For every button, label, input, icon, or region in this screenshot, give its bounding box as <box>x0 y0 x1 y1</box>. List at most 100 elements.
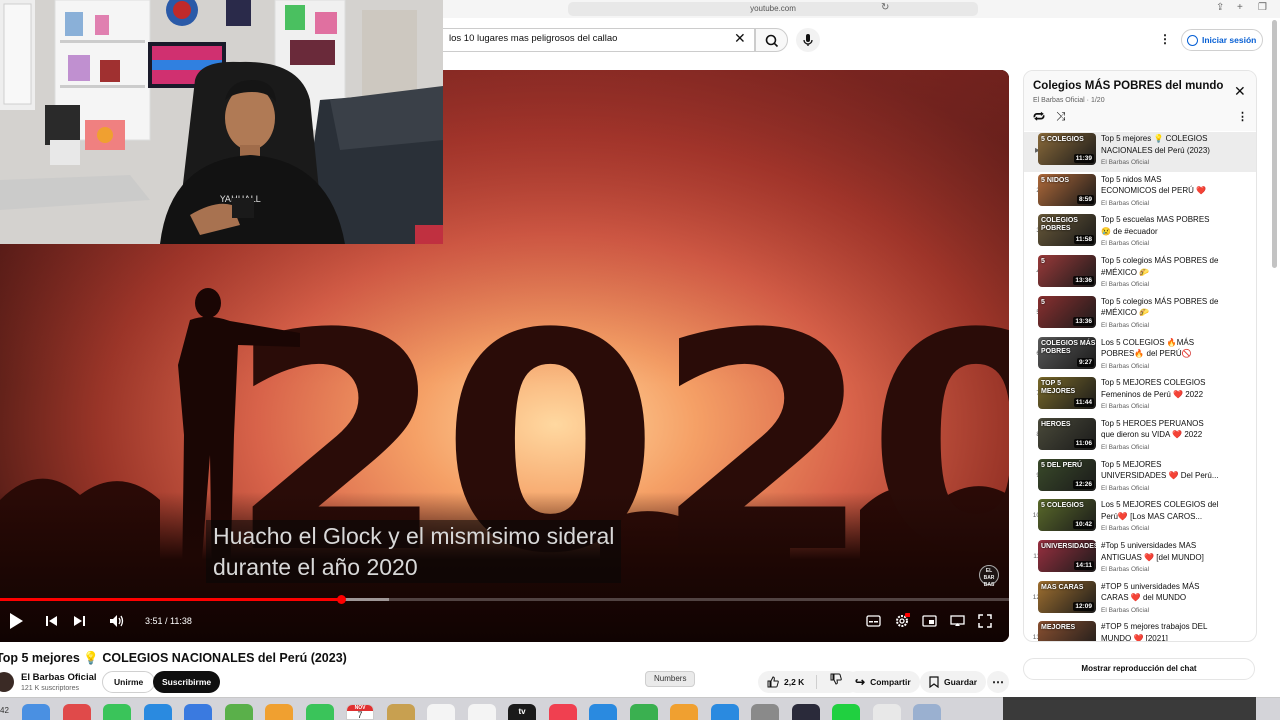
settings-menu-icon[interactable]: ⋮ <box>1159 32 1171 46</box>
playlist-item-thumbnail[interactable]: UNIVERSIDADES 14:11 <box>1038 540 1096 572</box>
messages-icon[interactable] <box>103 704 131 720</box>
channel-avatar[interactable] <box>0 672 14 692</box>
maps-icon[interactable] <box>224 704 253 720</box>
photos-icon[interactable] <box>265 704 293 720</box>
playlist-item-thumbnail[interactable]: 5 NIDOS 8:59 <box>1038 173 1096 206</box>
playlist-item[interactable]: 12 MAS CARAS 12:09 #TOP 5 universidades MÁS… <box>1024 580 1256 620</box>
calendar-icon[interactable]: NOV 7 <box>346 704 374 720</box>
theater-mode-icon[interactable] <box>950 615 965 627</box>
playlist-item[interactable]: 7TOP 5 MEJORES11:44Top 5 MEJORES COLEGIO… <box>1024 376 1256 416</box>
loop-icon[interactable]: 🔁︎ <box>1033 109 1045 126</box>
join-button[interactable]: Unirme <box>102 671 156 693</box>
tabs-overview-icon[interactable]: ❐ <box>1258 2 1267 13</box>
play-icon[interactable] <box>7 612 25 630</box>
playlist-item[interactable]: 95 DEL PERÚ12:26Top 5 MEJORES UNIVERSIDA… <box>1024 458 1256 498</box>
subtitles-icon[interactable] <box>866 615 881 627</box>
channel-watermark[interactable]: EL BAR BAS <box>979 565 999 588</box>
playlist-item[interactable]: 11 UNIVERSIDADES 14:11 #Top 5 universidades… <box>1024 539 1256 579</box>
playlist-menu-icon[interactable]: ⋮ <box>1237 110 1248 123</box>
playlist-item-thumbnail[interactable]: MEJORES <box>1038 621 1096 641</box>
channel-name[interactable]: El Barbas Oficial <box>21 672 97 683</box>
dock-recent-windows[interactable] <box>1003 697 1256 720</box>
close-playlist-icon[interactable]: ✕ <box>1234 83 1246 100</box>
reminders-icon[interactable] <box>427 704 455 720</box>
more-actions-button[interactable]: ⋯ <box>987 671 1009 693</box>
playlist-item-thumbnail[interactable]: MAS CARAS 12:09 <box>1038 580 1096 613</box>
address-bar[interactable]: youtube.com <box>568 2 978 16</box>
launchpad-icon[interactable] <box>62 704 91 720</box>
playlist-item[interactable]: ▶5 COLEGIOS11:39Top 5 mejores 💡 COLEGIOS… <box>1024 132 1256 172</box>
miniplayer-icon[interactable] <box>922 615 937 627</box>
playlist-item[interactable]: 25 NIDOS8:59Top 5 nidos MAS ECONOMICOS d… <box>1024 173 1256 213</box>
playlist-item-thumbnail[interactable]: 5 COLEGIOS 11:39 <box>1038 133 1096 165</box>
playlist-item-title[interactable]: Top 5 HEROES PERUANOS que dieron su VIDA… <box>1101 418 1219 441</box>
playlist-item[interactable]: 6COLEGIOS MÁS POBRES9:27Los 5 COLEGIOS 🔥… <box>1024 336 1256 376</box>
search-button[interactable] <box>755 28 788 52</box>
share-button[interactable]: ↪ Compartir <box>846 671 920 693</box>
volume-icon[interactable] <box>109 614 125 628</box>
search-input-value[interactable]: los 10 lugares mas peligrosos del callao <box>449 33 617 44</box>
obs-icon[interactable] <box>791 704 820 720</box>
voice-search-button[interactable] <box>796 28 820 52</box>
playlist-item-title[interactable]: Los 5 MEJORES COLEGIOS del Perú❤️ [Los M… <box>1101 499 1219 522</box>
next-icon[interactable] <box>73 615 86 627</box>
playlist-item-title[interactable]: #Top 5 universidades MAS ANTIGUAS ❤️ [de… <box>1101 540 1219 563</box>
playlist-item-title[interactable]: Top 5 colegios MÁS POBRES de #MÉXICO 🌮 <box>1101 296 1219 319</box>
keynote-icon[interactable] <box>589 704 617 720</box>
mail-icon[interactable] <box>184 704 212 720</box>
fullscreen-icon[interactable] <box>978 614 992 628</box>
facetime-icon[interactable] <box>305 704 334 720</box>
playlist-item[interactable]: 8HEROES11:06Top 5 HEROES PERUANOS que di… <box>1024 417 1256 457</box>
page-scrollbar[interactable] <box>1272 20 1277 268</box>
music-icon[interactable] <box>548 704 577 720</box>
playlist-item-title[interactable]: Top 5 escuelas MAS POBRES 😢 de #ecuador <box>1101 214 1219 237</box>
save-button[interactable]: Guardar <box>920 671 987 693</box>
playlist-item[interactable]: 13 MEJORES #TOP 5 mejores trabajos DEL MUN… <box>1024 620 1256 641</box>
freeform-icon[interactable] <box>467 704 496 720</box>
playlist-item-title[interactable]: #TOP 5 universidades MÁS CARAS ❤️ del MU… <box>1101 581 1219 604</box>
playlist-item-thumbnail[interactable]: 5 COLEGIOS 10:42 <box>1038 499 1096 532</box>
preview-icon[interactable] <box>872 704 901 720</box>
playlist-title[interactable]: Colegios MÁS POBRES del mundo <box>1033 80 1223 92</box>
playlist-item-thumbnail[interactable]: COLEGIOS MÁS POBRES 9:27 <box>1038 336 1096 369</box>
clear-search-icon[interactable]: ✕ <box>734 30 746 47</box>
playlist-item[interactable]: 4513:36Top 5 colegios MÁS POBRES de #MÉX… <box>1024 254 1256 294</box>
like-button[interactable]: 2,2 K <box>758 675 818 689</box>
playlist-item-title[interactable]: Top 5 colegios MÁS POBRES de #MÉXICO 🌮 <box>1101 255 1219 278</box>
previous-icon[interactable] <box>45 615 58 627</box>
safari-icon[interactable] <box>143 704 172 720</box>
show-chat-replay-button[interactable]: Mostrar reproducción del chat <box>1023 658 1255 680</box>
new-tab-icon[interactable]: + <box>1237 2 1243 13</box>
playlist-item-title[interactable]: Top 5 mejores 💡 COLEGIOS NACIONALES del … <box>1101 133 1219 156</box>
pages-icon[interactable] <box>670 704 698 720</box>
playlist-item[interactable]: 55 13:36Top 5 colegios MÁS POBRES de #MÉX… <box>1024 295 1256 335</box>
shuffle-icon[interactable]: ⤨ <box>1056 109 1066 124</box>
playlist-item-title[interactable]: Top 5 MEJORES COLEGIOS Femeninos de Perú… <box>1101 377 1219 400</box>
files-icon[interactable] <box>913 704 941 720</box>
progress-scrubber[interactable] <box>337 595 347 604</box>
subscribe-button[interactable]: Suscribirme <box>153 671 221 693</box>
notes-icon[interactable] <box>386 704 415 720</box>
playlist-item-thumbnail[interactable]: HEROES 11:06 <box>1038 417 1096 450</box>
finder-icon[interactable] <box>22 704 50 720</box>
playlist-item-thumbnail[interactable]: TOP 5 MEJORES 11:44 <box>1038 377 1096 410</box>
playlist-item[interactable]: 3COLEGIOS POBRES11:58Top 5 escuelas MAS … <box>1024 213 1256 253</box>
settings-gear-icon[interactable] <box>894 613 910 629</box>
playlist-item-thumbnail[interactable]: 5 13:36 <box>1038 255 1096 288</box>
settings-icon[interactable] <box>751 704 779 720</box>
reload-icon[interactable]: ↻ <box>881 2 889 13</box>
playlist-item-title[interactable]: #TOP 5 mejores trabajos DEL MUNDO ❤️ [20… <box>1101 621 1219 641</box>
share-icon[interactable]: ⇪ <box>1216 2 1224 13</box>
tv-icon[interactable]: tv <box>508 704 536 720</box>
playlist-item[interactable]: 10 5 COLEGIOS 10:42 Los 5 MEJORES COLEGIOS … <box>1024 498 1256 538</box>
playlist-item-title[interactable]: Top 5 nidos MAS ECONOMICOS del PERÚ ❤️ <box>1101 174 1219 197</box>
playlist-item-thumbnail[interactable]: 5 DEL PERÚ 12:26 <box>1038 458 1096 491</box>
playlist-item-title[interactable]: Top 5 MEJORES UNIVERSIDADES ❤️ Del Perú.… <box>1101 459 1219 482</box>
kick-icon[interactable] <box>832 704 860 720</box>
signin-button[interactable]: Iniciar sesión <box>1181 29 1264 51</box>
appstore-icon[interactable] <box>710 704 739 720</box>
playlist-item-title[interactable]: Los 5 COLEGIOS 🔥MÁS POBRES🔥 del PERÚ🚫 <box>1101 337 1219 360</box>
playlist-item-thumbnail[interactable]: COLEGIOS POBRES 11:58 <box>1038 214 1096 247</box>
playlist-item-thumbnail[interactable]: 5 13:36 <box>1038 295 1096 328</box>
numbers-icon[interactable] <box>629 704 658 720</box>
